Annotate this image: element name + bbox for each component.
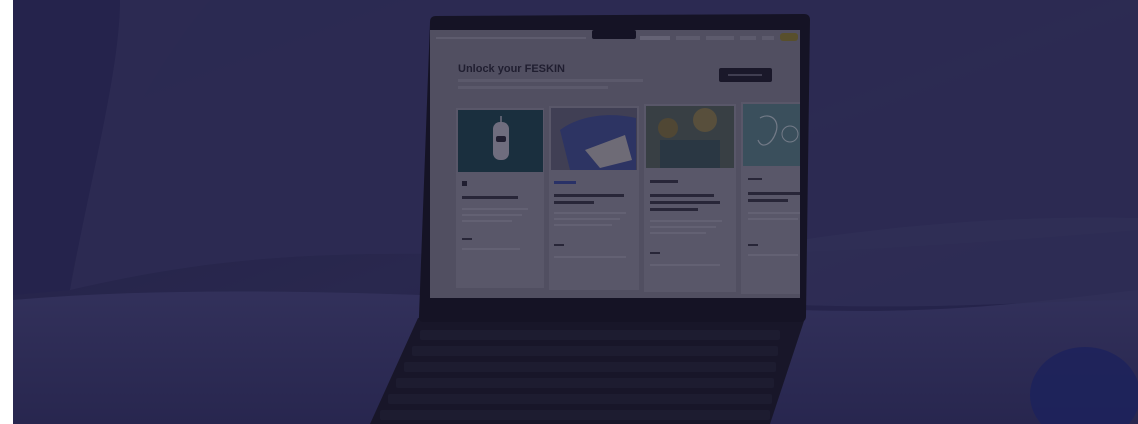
left-white-strip: [0, 0, 13, 424]
laptop-photo: Unlock your FESKIN: [0, 0, 1138, 424]
dark-overlay: [13, 0, 1138, 424]
